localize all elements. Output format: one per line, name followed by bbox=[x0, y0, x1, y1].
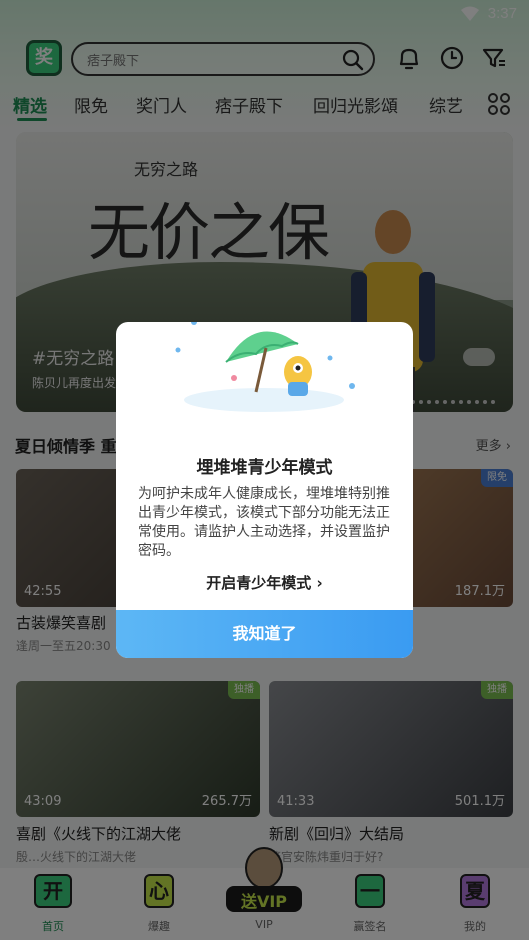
teen-mode-dialog: 埋堆堆青少年模式 为呵护未成年人健康成长，埋堆堆特别推出青少年模式，该模式下部分… bbox=[116, 322, 413, 658]
dialog-title: 埋堆堆青少年模式 bbox=[196, 458, 333, 478]
chevron-right-icon: › bbox=[316, 574, 323, 592]
umbrella-mascot-illustration bbox=[175, 322, 355, 412]
dialog-body: 为呵护未成年人健康成长，埋堆堆特别推出青少年模式，该模式下部分功能无法正常使用。… bbox=[138, 486, 390, 559]
enable-teen-mode-link[interactable]: 开启青少年模式 › bbox=[116, 572, 413, 593]
enable-teen-mode-label: 开启青少年模式 bbox=[206, 574, 312, 592]
acknowledge-button[interactable]: 我知道了 bbox=[116, 610, 413, 658]
app-root: 3:37 奖 精选 限免 奖门人 痞子殿下 回归光影頌 综艺 bbox=[0, 0, 529, 940]
